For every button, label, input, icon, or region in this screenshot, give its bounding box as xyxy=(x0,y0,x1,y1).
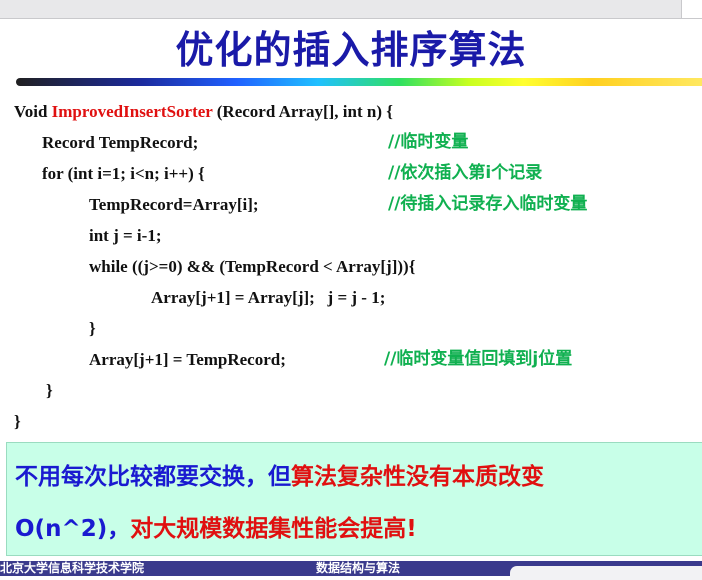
note-line-1: 不用每次比较都要交换，但算法复杂性没有本质改变 xyxy=(15,457,544,491)
note-line-1-red: 算法复杂性没有本质改变 xyxy=(291,464,544,490)
window-top-bar xyxy=(0,0,702,19)
slide-title: 优化的插入排序算法 xyxy=(175,28,527,72)
comment-store-temp: //待插入记录存入临时变量 xyxy=(388,194,588,214)
code-line-3: for (int i=1; i<n; i++) { xyxy=(42,164,205,183)
function-signature: (Record Array[], int n) { xyxy=(212,102,393,121)
comment-insert-ith: //依次插入第i个记录 xyxy=(388,163,543,183)
function-name: ImprovedInsertSorter xyxy=(51,102,213,121)
note-line-1-blue: 不用每次比较都要交换，但 xyxy=(15,464,291,490)
code-line-2: Record TempRecord; xyxy=(42,133,199,152)
code-line-7: Array[j+1] = Array[j]; j = j - 1; xyxy=(151,288,386,307)
code-line-8: } xyxy=(89,319,96,338)
code-line-11: } xyxy=(14,412,21,431)
code-line-9: Array[j+1] = TempRecord; xyxy=(89,350,286,369)
comment-temp-variable: //临时变量 xyxy=(388,132,469,152)
note-line-2-red: 对大规模数据集性能会提高! xyxy=(130,516,417,542)
code-line-1: Void ImprovedInsertSorter (Record Array[… xyxy=(14,96,393,127)
note-line-2: O(n^2)，对大规模数据集性能会提高! xyxy=(15,509,417,543)
note-line-2-blue: O(n^2)， xyxy=(15,516,131,542)
title-underline-gradient xyxy=(16,78,702,86)
summary-note-box: 不用每次比较都要交换，但算法复杂性没有本质改变 O(n^2)，对大规模数据集性能… xyxy=(6,442,702,556)
top-bar-corner xyxy=(681,0,702,19)
code-line-4: TempRecord=Array[i]; xyxy=(89,195,259,214)
keyword-void: Void xyxy=(14,102,52,121)
footer-course: 数据结构与算法 xyxy=(316,561,401,575)
comment-backfill-j: //临时变量值回填到j位置 xyxy=(384,349,573,369)
code-line-10: } xyxy=(46,381,53,400)
code-line-5: int j = i-1; xyxy=(89,226,162,245)
code-line-6: while ((j>=0) && (TempRecord < Array[j])… xyxy=(89,257,416,276)
footer-institution: 北京大学信息科学技术学院 xyxy=(0,561,145,575)
footer-pill xyxy=(510,566,702,580)
